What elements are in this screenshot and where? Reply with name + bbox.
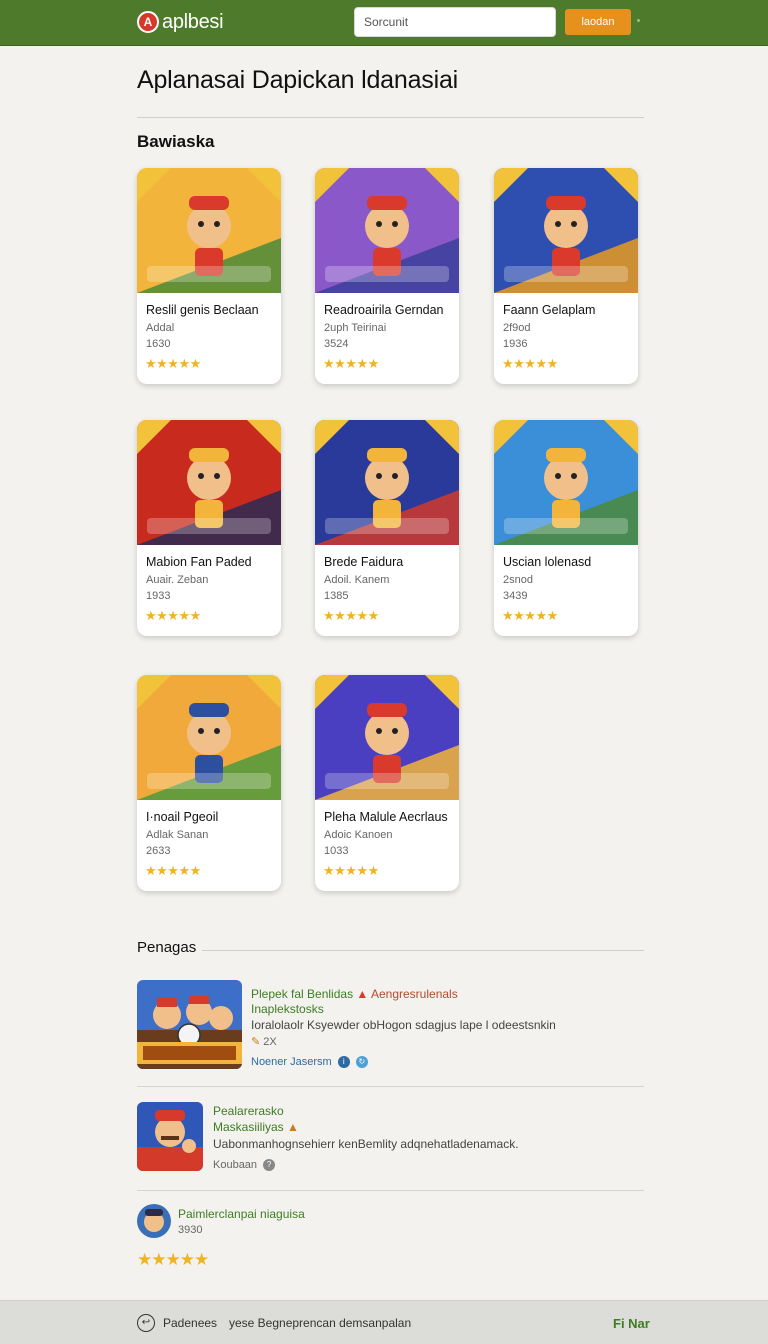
warning-icon: ▲ [287,1120,299,1134]
app-rating-stars: ★★★★★ [323,608,379,623]
footer-text[interactable]: yese Begneprencan demsanpalan [229,1316,411,1330]
share-icon: ↻ [355,1056,368,1069]
app-rating-count: 1933 [146,590,171,602]
app-card[interactable]: Mabion Fan Paded Auair. Zeban 1933 ★★★★★ [137,420,281,636]
app-card[interactable]: Readroairila Gerndan 2uph Teirinai 3524 ★★★… [315,168,459,384]
app-rating-stars: ★★★★★ [323,863,379,878]
app-card[interactable]: Pleha Malule Aecrlaus Adoic Kanoen 1033 ★★★… [315,675,459,891]
review-title[interactable]: Paimlerclanpai niaguisa [178,1207,305,1221]
review-divider [137,1190,644,1191]
app-developer: 2uph Teirinai [324,322,387,334]
review-count: 3930 [178,1224,203,1236]
app-thumbnail[interactable] [315,420,459,545]
review-stars: ★★★★★ [137,1250,209,1269]
section-title: Bawiaska [137,132,215,151]
app-rating-count: 1033 [324,845,349,857]
footer-link[interactable]: Padenees [163,1316,217,1330]
app-rating-stars: ★★★★★ [323,356,379,371]
app-thumbnail[interactable] [315,675,459,800]
review-divider [137,1086,644,1087]
top-header: A aplbesi laodan [0,0,768,46]
app-rating-stars: ★★★★★ [502,608,558,623]
fire-icon: ▲ [356,987,369,1001]
review-thumbnail[interactable] [137,1102,203,1171]
app-rating-count: 1630 [146,338,171,350]
review-meta: Koubaan ? [213,1159,276,1172]
menu-dot-icon[interactable] [637,19,640,22]
app-name[interactable]: Faann Gelaplam [503,303,595,317]
logo-mark-icon: A [137,11,159,33]
app-rating-count: 1385 [324,590,349,602]
search-button[interactable]: laodan [565,9,631,35]
review-title[interactable]: Plepek fal Benlidas ▲ Aengresrulenals [251,987,458,1001]
app-thumbnail[interactable] [494,168,638,293]
reviews-section-title: Penagas [137,939,197,956]
app-rating-count: 2633 [146,845,171,857]
app-thumbnail[interactable] [137,675,281,800]
app-developer: Auair. Zeban [146,574,209,586]
review-title[interactable]: Pealarerasko [213,1104,284,1118]
app-name[interactable]: I·noail Pgeoil [146,810,218,824]
app-rating-stars: ★★★★★ [145,608,201,623]
app-name[interactable]: Pleha Malule Aecrlaus [324,810,448,824]
app-rating-stars: ★★★★★ [145,863,201,878]
review-text: Uabonmanhognsehierr kenBemlity adqnehatl… [213,1137,519,1151]
app-thumbnail[interactable] [137,420,281,545]
app-card[interactable]: Uscian lolenasd 2snod 3439 ★★★★★ [494,420,638,636]
app-thumbnail[interactable] [494,420,638,545]
footer-bar: ↩ Padenees yese Begneprencan demsanpalan… [0,1300,768,1344]
footer-action[interactable]: Fi Nar [613,1316,650,1331]
app-name[interactable]: Brede Faidura [324,555,403,569]
help-icon[interactable]: ? [263,1159,276,1172]
search-input[interactable] [354,7,556,37]
app-developer: Adoic Kanoen [324,829,393,841]
review-thumbnail[interactable] [137,980,242,1069]
app-name[interactable]: Reslil genis Beclaan [146,303,259,317]
review-text: Ioralolaolr Ksyewder obHogon sdagjus lap… [251,1018,556,1032]
review-subtitle: Inaplekstosks [251,1002,324,1016]
pencil-icon: ✎ [251,1036,261,1048]
reviewer-avatar[interactable] [137,1204,171,1238]
page-title: Aplanasai Dapickan ldanasiai [137,66,458,94]
review-count: ✎ 2X [251,1036,277,1048]
app-card[interactable]: I·noail Pgeoil Adlak Sanan 2633 ★★★★★ [137,675,281,891]
logo-text: aplbesi [162,10,224,33]
reviews-divider [202,950,644,951]
app-card[interactable]: Reslil genis Beclaan Addal 1630 ★★★★★ [137,168,281,384]
app-thumbnail[interactable] [315,168,459,293]
app-developer: Adoil. Kanem [324,574,390,586]
app-developer: Adlak Sanan [146,829,209,841]
app-developer: Addal [146,322,175,334]
review-subtitle: Maskasiiliyas ▲ [213,1120,299,1134]
info-icon: i [337,1056,350,1069]
app-card[interactable]: Faann Gelaplam 2f9od 1936 ★★★★★ [494,168,638,384]
app-rating-count: 1936 [503,338,528,350]
back-arrow-icon[interactable]: ↩ [137,1314,155,1332]
app-rating-count: 3524 [324,338,349,350]
title-divider [137,117,644,118]
app-rating-stars: ★★★★★ [502,356,558,371]
app-name[interactable]: Readroairila Gerndan [324,303,444,317]
app-card[interactable]: Brede Faidura Adoil. Kanem 1385 ★★★★★ [315,420,459,636]
app-rating-count: 3439 [503,590,528,602]
review-link[interactable]: Noener Jasersm i ↻ [251,1056,368,1069]
app-developer: 2f9od [503,322,531,334]
app-thumbnail[interactable] [137,168,281,293]
app-name[interactable]: Uscian lolenasd [503,555,591,569]
site-logo[interactable]: A aplbesi [137,8,224,36]
app-rating-stars: ★★★★★ [145,356,201,371]
app-developer: 2snod [503,574,533,586]
app-name[interactable]: Mabion Fan Paded [146,555,252,569]
